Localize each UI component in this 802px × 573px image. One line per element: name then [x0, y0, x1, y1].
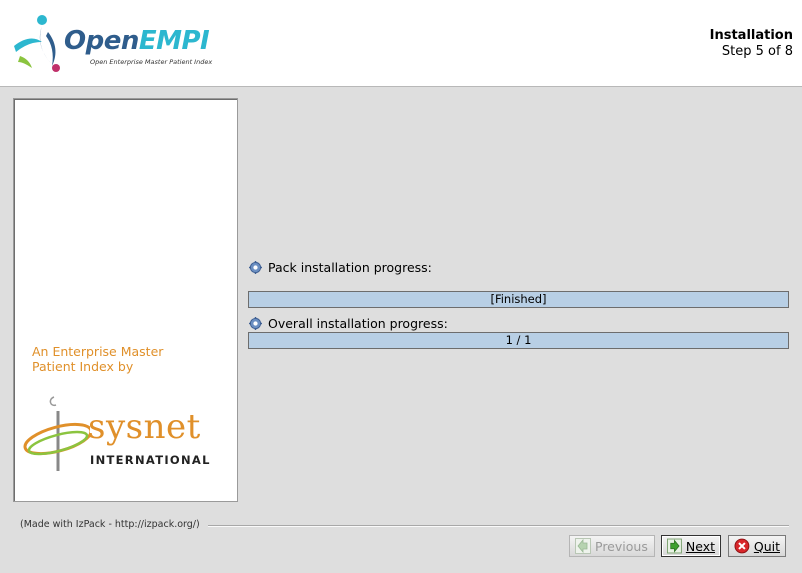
logo-subtitle: Open Enterprise Master Patient Index — [90, 58, 213, 66]
sysnet-emblem-icon — [23, 396, 90, 471]
next-button-label: Next — [685, 538, 715, 554]
overall-progress-label-row: Overall installation progress: — [249, 316, 448, 331]
footer-divider — [208, 525, 789, 527]
openempi-emblem-icon — [14, 15, 60, 72]
pack-progress-label-row: Pack installation progress: — [249, 260, 432, 275]
openempi-logo: OpenEMPI Open Enterprise Master Patient … — [12, 12, 212, 74]
sysnet-international: INTERNATIONAL — [90, 453, 211, 467]
step-indicator: Step 5 of 8 — [721, 44, 793, 59]
pack-progress-bar: [Finished] — [248, 291, 789, 308]
previous-button[interactable]: Previous — [569, 535, 655, 557]
arrow-left-icon — [575, 538, 591, 554]
close-icon — [734, 538, 750, 554]
sysnet-wordmark: sysnet — [88, 407, 201, 447]
pack-progress-text: [Finished] — [490, 292, 547, 306]
tagline-line-1: An Enterprise Master — [32, 344, 164, 359]
side-image-panel: An Enterprise Master Patient Index by sy… — [13, 98, 238, 502]
next-button[interactable]: Next — [661, 535, 721, 557]
sysnet-logo: sysnet INTERNATIONAL — [18, 395, 233, 475]
overall-progress-text: 1 / 1 — [505, 333, 532, 347]
izpack-credit: (Made with IzPack - http://izpack.org/) — [20, 519, 204, 530]
quit-button-label: Quit — [753, 538, 780, 554]
overall-progress-bar: 1 / 1 — [248, 332, 789, 349]
step-title: Installation — [709, 28, 793, 43]
header-banner: OpenEMPI Open Enterprise Master Patient … — [0, 0, 802, 87]
tagline-line-2: Patient Index by — [32, 359, 134, 374]
previous-button-label: Previous — [595, 538, 648, 554]
arrow-right-icon — [667, 538, 682, 554]
gear-icon — [249, 317, 262, 330]
gear-icon — [249, 261, 262, 274]
quit-button[interactable]: Quit — [728, 535, 786, 557]
logo-wordmark: OpenEMPI — [64, 26, 210, 56]
tagline: An Enterprise Master Patient Index by — [32, 344, 222, 374]
pack-progress-label: Pack installation progress: — [268, 260, 432, 275]
overall-progress-label: Overall installation progress: — [268, 316, 448, 331]
